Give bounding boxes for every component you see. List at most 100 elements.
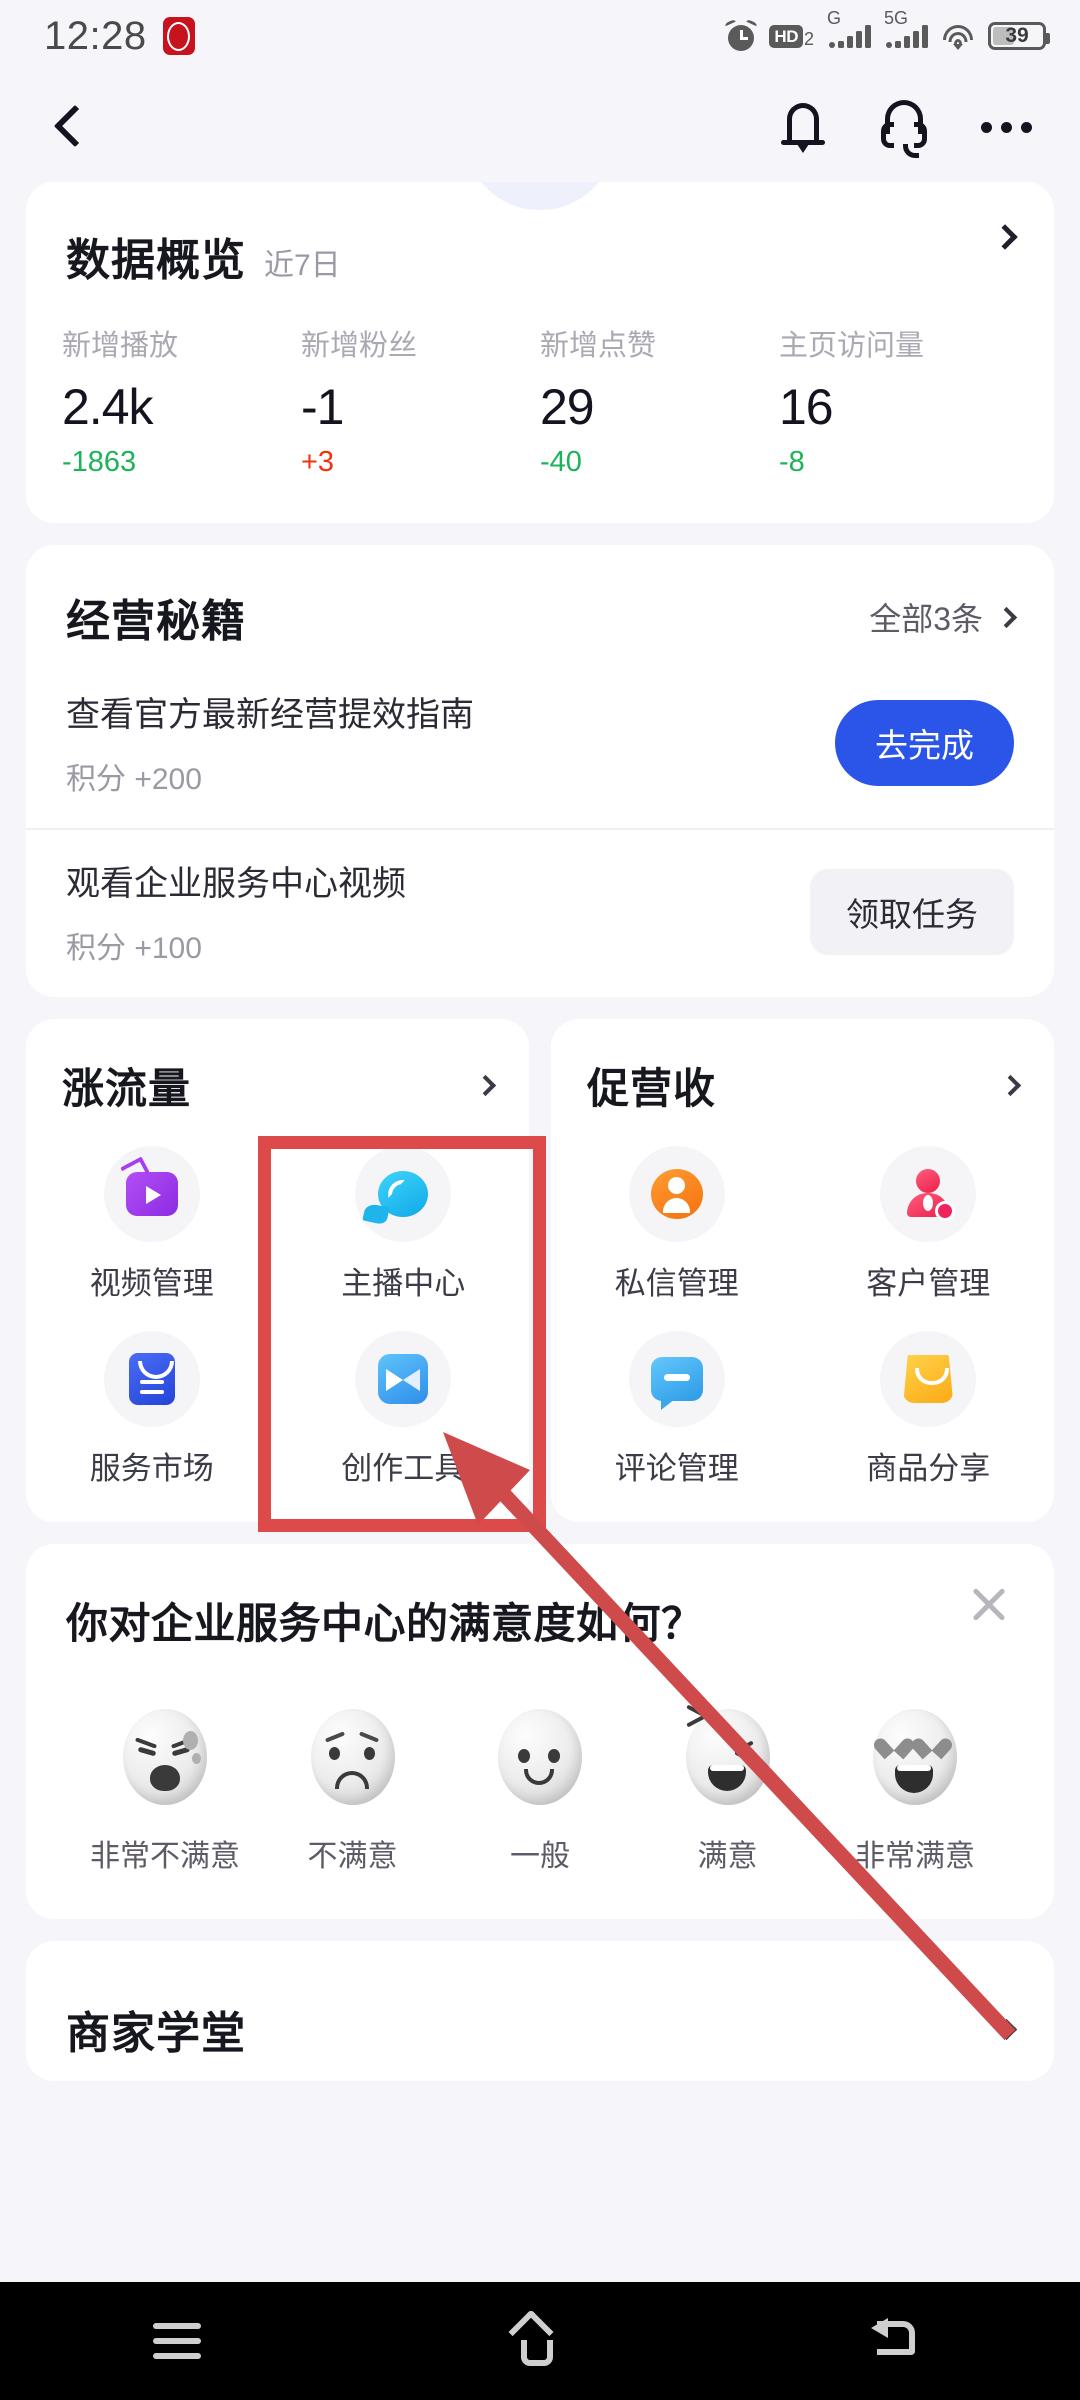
tips-row-text: 查看官方最新经营提效指南 积分 +200 — [66, 687, 474, 798]
metric-item[interactable]: 主页访问量 16 -8 — [779, 322, 1018, 479]
overview-header: 数据概览 近7日 — [26, 182, 1054, 288]
home-icon[interactable] — [507, 2309, 567, 2366]
metric-label: 新增粉丝 — [301, 330, 418, 362]
metric-delta: -8 — [779, 446, 805, 478]
android-navigation-bar — [0, 2282, 1080, 2400]
sim2-label: 5G — [884, 7, 909, 28]
very-satisfied-face-icon — [873, 1709, 957, 1805]
direct-message-icon — [628, 1146, 725, 1242]
tips-row-points: 积分 +100 — [66, 932, 202, 965]
battery-icon: 39 — [988, 22, 1050, 50]
tips-view-all[interactable]: 全部3条 — [869, 594, 1018, 640]
metric-value: 29 — [540, 379, 595, 435]
neutral-face-icon — [498, 1709, 582, 1805]
sim1-label: G — [827, 7, 842, 28]
dissatisfied-face-icon — [310, 1709, 395, 1805]
survey-option[interactable]: 不满意 — [268, 1709, 438, 1875]
metric-item[interactable]: 新增点赞 29 -40 — [540, 322, 779, 479]
status-time: 12:28 — [44, 13, 147, 58]
grid-item-direct-message[interactable]: 私信管理 — [551, 1146, 803, 1303]
tips-all-label: 全部3条 — [869, 601, 983, 637]
metric-delta: +3 — [301, 446, 335, 478]
grid-item-service-market[interactable]: 服务市场 — [26, 1331, 278, 1488]
app-nav-bar — [0, 72, 1080, 182]
tips-title: 经营秘籍 — [66, 597, 246, 646]
go-complete-button[interactable]: 去完成 — [835, 699, 1014, 786]
back-icon[interactable] — [871, 2318, 927, 2363]
status-bar-right: HD 2 G 5G 39 — [724, 9, 1050, 51]
metric-label: 新增点赞 — [540, 330, 657, 362]
more-options-icon[interactable] — [981, 121, 1032, 133]
creator-tools-icon — [355, 1331, 452, 1427]
metric-item[interactable]: 新增播放 2.4k -1863 — [62, 322, 301, 479]
tips-row: 查看官方最新经营提效指南 积分 +200 去完成 — [26, 661, 1054, 828]
metric-delta: -1863 — [62, 446, 137, 478]
survey-option[interactable]: 一般 — [455, 1709, 625, 1875]
metric-label: 新增播放 — [62, 330, 179, 362]
merchant-academy-card[interactable]: 商家学堂 — [26, 1941, 1054, 2081]
survey-option-label: 一般 — [510, 1840, 570, 1873]
tips-row: 观看企业服务中心视频 积分 +100 领取任务 — [26, 828, 1054, 997]
status-bar: 12:28 HD 2 G 5G 39 — [0, 0, 1080, 72]
close-icon[interactable] — [962, 1578, 1014, 1630]
recents-icon[interactable] — [153, 2323, 201, 2359]
grid-item-customer-management[interactable]: 客户管理 — [803, 1146, 1055, 1303]
claim-task-button[interactable]: 领取任务 — [810, 868, 1014, 955]
merchant-academy-header: 商家学堂 — [66, 1997, 1018, 2061]
merchant-academy-title: 商家学堂 — [66, 2009, 246, 2058]
survey-option[interactable]: 非常不满意 — [80, 1709, 250, 1875]
grid-item-video-management[interactable]: 视频管理 — [26, 1146, 278, 1303]
overview-period: 近7日 — [264, 249, 341, 282]
chevron-right-icon[interactable] — [999, 1074, 1022, 1097]
customer-service-headset-icon[interactable] — [879, 100, 929, 158]
grid-item-label: 商品分享 — [866, 1451, 991, 1486]
chevron-right-icon[interactable] — [992, 224, 1018, 250]
notification-bell-icon[interactable] — [779, 101, 827, 153]
survey-option[interactable]: 满意 — [643, 1709, 813, 1875]
battery-percent: 39 — [1005, 24, 1029, 47]
grid-item-label: 评论管理 — [614, 1451, 739, 1486]
survey-option[interactable]: 非常满意 — [830, 1709, 1000, 1875]
metric-value: 2.4k — [62, 379, 154, 435]
metric-item[interactable]: 新增粉丝 -1 +3 — [301, 322, 540, 479]
survey-option-label: 非常不满意 — [90, 1840, 240, 1873]
grid-item-label: 客户管理 — [866, 1266, 991, 1301]
panel-grid: 视频管理 主播中心 服务市场 创作工具 — [26, 1146, 529, 1488]
alarm-icon — [724, 18, 758, 51]
survey-body: 你对企业服务中心的满意度如何？ 非常不满意 不满意 一般 满意 非常满意 — [26, 1544, 1054, 1919]
video-management-icon — [103, 1146, 200, 1242]
bank-app-icon — [162, 17, 195, 55]
product-share-icon — [880, 1331, 977, 1427]
tips-row-text: 观看企业服务中心视频 积分 +100 — [66, 856, 406, 967]
data-overview-card[interactable]: 数据概览 近7日 新增播放 2.4k -1863 新增粉丝 -1 +3 新增点赞… — [26, 182, 1054, 523]
grid-item-creator-tools[interactable]: 创作工具 — [278, 1331, 530, 1488]
metric-value: 16 — [779, 379, 834, 435]
tips-row-points: 积分 +200 — [66, 763, 202, 796]
signal-g-icon: G — [827, 9, 871, 48]
survey-option-label: 不满意 — [307, 1840, 398, 1873]
satisfaction-survey-card: 你对企业服务中心的满意度如何？ 非常不满意 不满意 一般 满意 非常满意 — [26, 1544, 1054, 1919]
panel-header: 涨流量 — [26, 1055, 529, 1116]
tips-row-name: 查看官方最新经营提效指南 — [66, 696, 474, 734]
tips-row-name: 观看企业服务中心视频 — [66, 865, 406, 903]
chevron-right-icon[interactable] — [474, 1074, 497, 1097]
grid-item-product-share[interactable]: 商品分享 — [803, 1331, 1055, 1488]
chevron-right-icon[interactable] — [995, 2018, 1018, 2040]
very-dissatisfied-face-icon — [123, 1709, 207, 1805]
traffic-growth-panel: 涨流量 视频管理 主播中心 服务市场 创作工具 — [26, 1019, 529, 1522]
panel-title: 促营收 — [587, 1065, 717, 1112]
customer-management-icon — [880, 1146, 977, 1242]
hd-sub-label: 2 — [803, 28, 814, 49]
service-market-icon — [103, 1331, 200, 1427]
satisfied-face-icon — [685, 1709, 770, 1805]
feature-panels: 涨流量 视频管理 主播中心 服务市场 创作工具 促营收 私信管理 客户管理 评论… — [26, 1019, 1054, 1522]
nav-actions — [779, 100, 1032, 158]
grid-item-label: 创作工具 — [341, 1451, 466, 1486]
grid-item-label: 服务市场 — [89, 1451, 214, 1486]
back-button[interactable] — [54, 103, 84, 151]
grid-item-comment-management[interactable]: 评论管理 — [551, 1331, 803, 1488]
wifi-icon — [941, 23, 975, 50]
tips-header: 经营秘籍 全部3条 — [26, 545, 1054, 661]
panel-header: 促营收 — [551, 1055, 1054, 1116]
grid-item-anchor-center[interactable]: 主播中心 — [278, 1146, 530, 1303]
